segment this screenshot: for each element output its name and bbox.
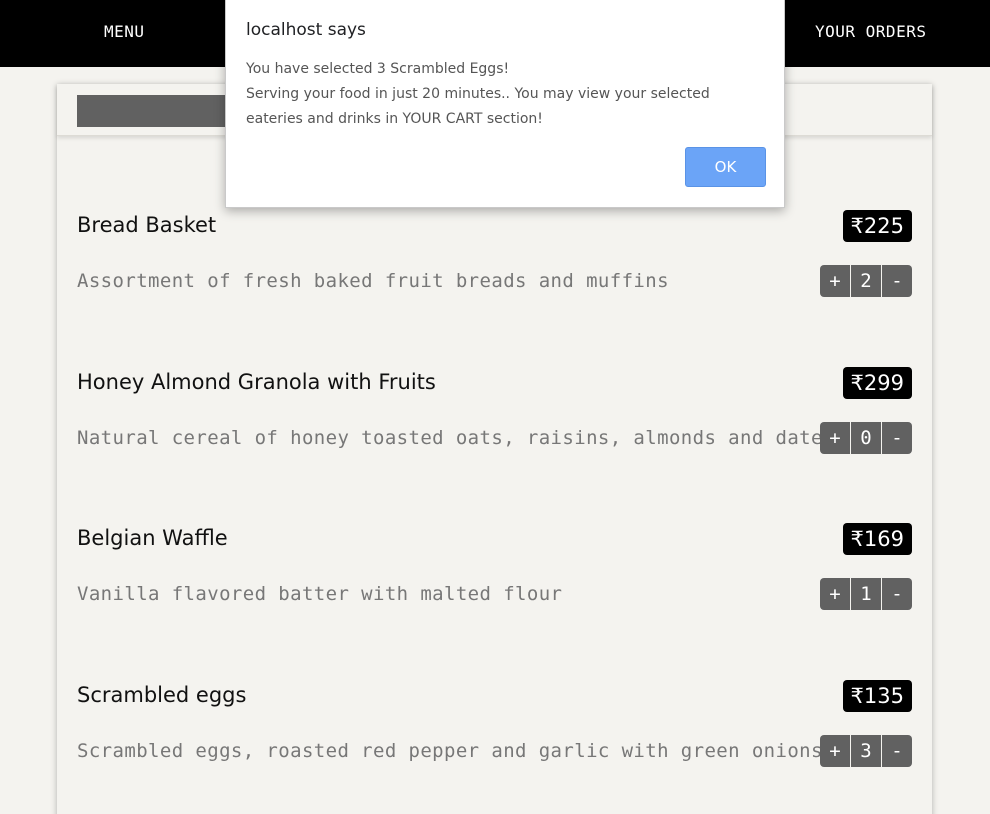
quantity-stepper: + 2 -	[820, 265, 912, 297]
item-price-badge: ₹169	[842, 523, 912, 555]
menu-item: Honey Almond Granola with Fruits ₹299 Na…	[77, 367, 912, 457]
dialog-message-line: Serving your food in just 20 minutes.. Y…	[246, 86, 710, 102]
increase-button[interactable]: +	[820, 578, 850, 610]
increase-button[interactable]: +	[820, 265, 850, 297]
decrease-button[interactable]: -	[882, 422, 912, 454]
item-price-badge: ₹299	[842, 367, 912, 399]
dialog-message: You have selected 3 Scrambled Eggs! Serv…	[246, 57, 766, 132]
menu-item: Belgian Waffle ₹169 Vanilla flavored bat…	[77, 523, 912, 613]
item-description: Scrambled eggs, roasted red pepper and g…	[77, 740, 823, 762]
quantity-value: 0	[851, 422, 881, 454]
dialog-message-line: eateries and drinks in YOUR CART section…	[246, 111, 543, 127]
item-name: Scrambled eggs	[77, 683, 247, 707]
quantity-stepper: + 3 -	[820, 735, 912, 767]
increase-button[interactable]: +	[820, 422, 850, 454]
decrease-button[interactable]: -	[882, 265, 912, 297]
dialog-title: localhost says	[246, 20, 366, 40]
quantity-stepper: + 1 -	[820, 578, 912, 610]
item-description: Vanilla flavored batter with malted flou…	[77, 583, 563, 605]
quantity-value: 2	[851, 265, 881, 297]
menu-item: Bread Basket ₹225 Assortment of fresh ba…	[77, 210, 912, 300]
item-name: Honey Almond Granola with Fruits	[77, 370, 436, 394]
item-price-badge: ₹225	[842, 210, 912, 242]
item-description: Natural cereal of honey toasted oats, ra…	[77, 427, 835, 449]
increase-button[interactable]: +	[820, 735, 850, 767]
quantity-value: 1	[851, 578, 881, 610]
dialog-message-line: You have selected 3 Scrambled Eggs!	[246, 61, 510, 77]
decrease-button[interactable]: -	[882, 578, 912, 610]
ok-button[interactable]: OK	[685, 147, 766, 187]
menu-item: Scrambled eggs ₹135 Scrambled eggs, roas…	[77, 680, 912, 770]
item-price-badge: ₹135	[842, 680, 912, 712]
alert-dialog: localhost says You have selected 3 Scram…	[225, 0, 785, 208]
nav-your-orders-link[interactable]: YOUR ORDERS	[815, 22, 926, 41]
decrease-button[interactable]: -	[882, 735, 912, 767]
nav-menu-link[interactable]: MENU	[104, 22, 145, 41]
item-description: Assortment of fresh baked fruit breads a…	[77, 270, 669, 292]
item-name: Bread Basket	[77, 213, 217, 237]
quantity-stepper: + 0 -	[820, 422, 912, 454]
item-name: Belgian Waffle	[77, 526, 228, 550]
category-header-bar	[77, 95, 237, 127]
quantity-value: 3	[851, 735, 881, 767]
